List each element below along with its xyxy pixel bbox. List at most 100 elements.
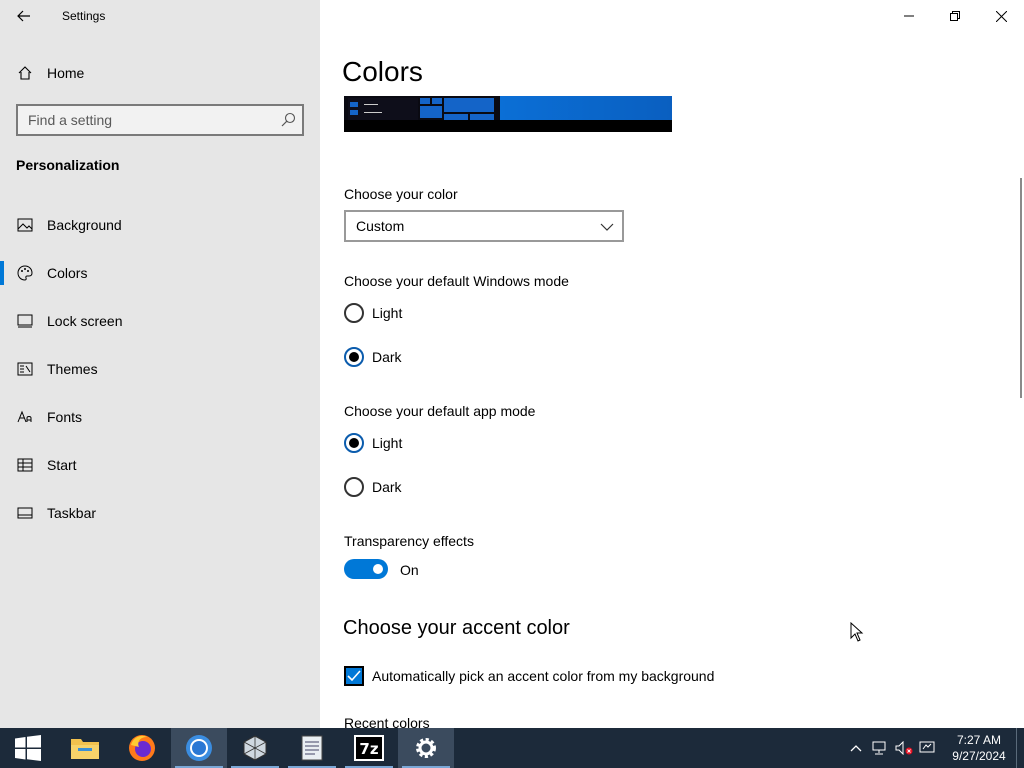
virtualbox-icon [243, 735, 267, 761]
picture-icon [16, 216, 34, 234]
sidebar-item-label: Background [47, 217, 122, 233]
preview-tiles [420, 96, 496, 120]
sidebar-item-lock-screen[interactable]: Lock screen [0, 301, 320, 341]
chrome-icon [186, 735, 212, 761]
window-controls [886, 0, 1024, 32]
sidebar: Settings Home Personalization Background… [0, 0, 320, 728]
sidebar-item-label: Taskbar [47, 505, 97, 521]
clock[interactable]: 7:27 AM 9/27/2024 [946, 732, 1012, 764]
nav-home[interactable]: Home [0, 56, 320, 90]
radio-circle [344, 347, 364, 367]
gear-icon [416, 738, 436, 758]
sidebar-item-label: Colors [47, 265, 88, 281]
sidebar-item-background[interactable]: Background [0, 205, 320, 245]
sidebar-item-start[interactable]: Start [0, 445, 320, 485]
fonts-icon [16, 408, 34, 426]
chrome-button[interactable] [171, 728, 227, 768]
sidebar-item-themes[interactable]: Themes [0, 349, 320, 389]
preview-start-menu [348, 98, 418, 120]
sidebar-item-fonts[interactable]: Fonts [0, 397, 320, 437]
nav-home-label: Home [47, 65, 85, 81]
virtualbox-button[interactable] [227, 728, 283, 768]
auto-accent-label: Automatically pick an accent color from … [372, 668, 715, 684]
radio-circle [344, 477, 364, 497]
main-content: Colors Choose your color Custom Choose y… [320, 0, 1024, 731]
choose-color-dropdown[interactable]: Custom [344, 210, 624, 242]
back-button[interactable] [8, 2, 40, 30]
volume-muted-icon [895, 741, 913, 755]
chevron-up-icon [850, 745, 862, 752]
transparency-toggle[interactable] [344, 559, 388, 579]
minimize-button[interactable] [886, 0, 932, 32]
transparency-label: Transparency effects [344, 533, 474, 549]
sidebar-item-label: Start [47, 457, 77, 473]
volume-button[interactable] [892, 728, 916, 768]
system-tray: 7:27 AM 9/27/2024 [844, 728, 1024, 768]
svg-text:7z: 7z [359, 740, 378, 758]
show-desktop-button[interactable] [1016, 728, 1024, 768]
color-preview [344, 96, 672, 132]
app-mode-dark-radio[interactable]: Dark [344, 475, 402, 499]
search-box[interactable] [16, 104, 304, 136]
start-icon [16, 456, 34, 474]
input-indicator-button[interactable] [916, 728, 940, 768]
search-icon[interactable] [280, 112, 296, 128]
notepad-icon [301, 735, 323, 761]
sidebar-item-label: Fonts [47, 409, 83, 425]
radio-label: Light [372, 305, 403, 321]
firefox-button[interactable] [114, 728, 170, 768]
show-hidden-icons-button[interactable] [844, 728, 868, 768]
lock-screen-icon [16, 312, 34, 330]
sidebar-item-taskbar[interactable]: Taskbar [0, 493, 320, 533]
notepad-button[interactable] [284, 728, 340, 768]
radio-circle [344, 303, 364, 323]
back-arrow-icon [17, 10, 30, 22]
preview-desktop [500, 96, 672, 120]
firefox-icon [129, 735, 155, 761]
7zip-button[interactable]: 7z [341, 728, 397, 768]
title-bar: Settings [0, 0, 320, 32]
windows-mode-light-radio[interactable]: Light [344, 301, 402, 325]
close-button[interactable] [978, 0, 1024, 32]
auto-accent-checkbox[interactable] [344, 666, 364, 686]
transparency-state: On [400, 562, 419, 578]
palette-icon [16, 264, 34, 282]
app-mode-light-radio[interactable]: Light [344, 431, 402, 455]
toggle-knob [373, 564, 383, 574]
network-icon [872, 741, 886, 755]
start-button[interactable] [0, 728, 56, 768]
clock-time: 7:27 AM [956, 733, 1002, 747]
dropdown-value: Custom [356, 218, 405, 234]
windows-mode-label: Choose your default Windows mode [344, 273, 569, 289]
checkmark-icon [347, 670, 361, 682]
taskbar-icon [16, 504, 34, 522]
sidebar-item-label: Themes [47, 361, 98, 377]
restore-button[interactable] [932, 0, 978, 32]
network-button[interactable] [868, 728, 892, 768]
sidebar-item-label: Lock screen [47, 313, 123, 329]
windows-mode-dark-radio[interactable]: Dark [344, 345, 402, 369]
page-title: Colors [342, 56, 423, 87]
7zip-icon: 7z [354, 735, 384, 761]
search-input[interactable] [18, 106, 273, 134]
preview-taskbar [344, 120, 672, 132]
file-explorer-button[interactable] [57, 728, 113, 768]
radio-circle [344, 433, 364, 453]
clock-date: 9/27/2024 [952, 749, 1006, 763]
scrollbar[interactable] [1020, 178, 1022, 398]
windows-logo-icon [15, 735, 41, 761]
radio-label: Dark [372, 349, 402, 365]
sidebar-item-colors[interactable]: Colors [0, 253, 320, 293]
app-mode-label: Choose your default app mode [344, 403, 536, 419]
radio-label: Light [372, 435, 403, 451]
home-icon [16, 64, 34, 82]
settings-window: Settings Home Personalization Background… [0, 0, 1024, 731]
accent-heading: Choose your accent color [343, 617, 570, 639]
themes-icon [16, 360, 34, 378]
chevron-down-icon [600, 223, 614, 231]
taskbar: 7z 7:27 AM 9/27/2024 [0, 728, 1024, 768]
radio-label: Dark [372, 479, 402, 495]
settings-taskbar-button[interactable] [398, 728, 454, 768]
choose-color-label: Choose your color [344, 186, 458, 202]
folder-icon [71, 739, 99, 759]
